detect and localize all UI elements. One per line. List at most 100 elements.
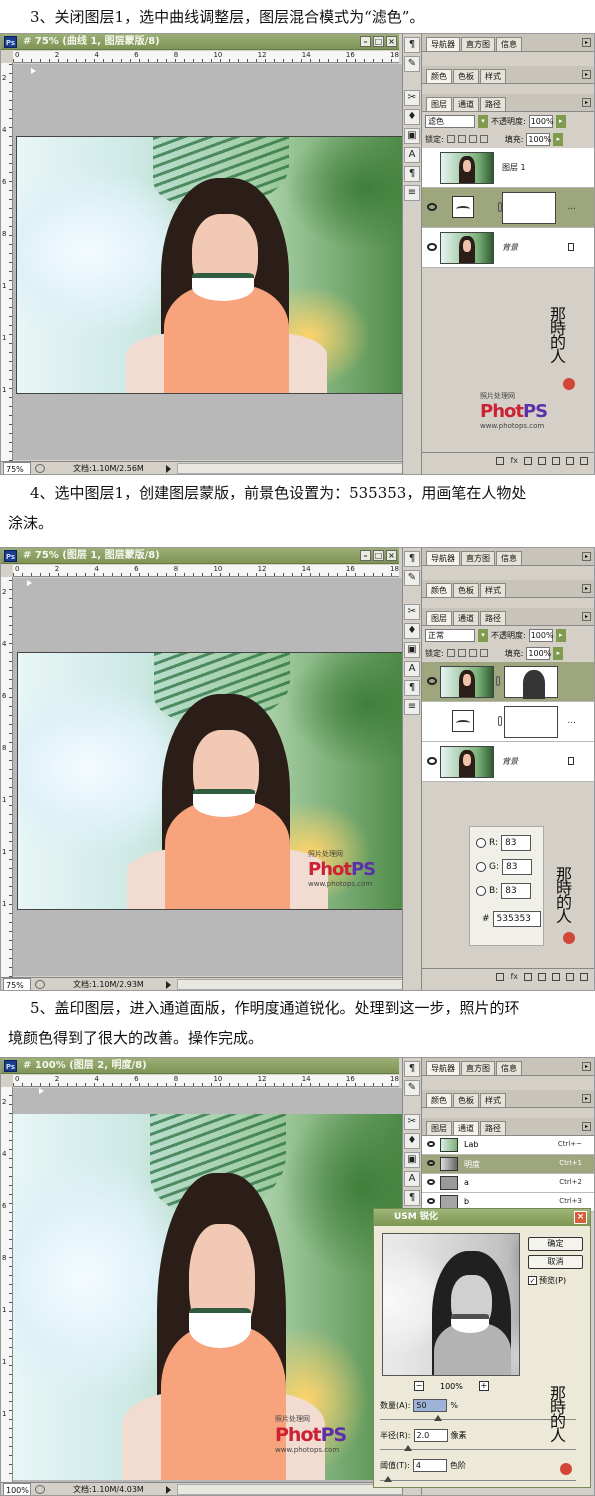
- dialog-preview[interactable]: [382, 1233, 520, 1376]
- channel-row-a[interactable]: a Ctrl+2: [422, 1174, 594, 1193]
- eye-icon[interactable]: [427, 203, 437, 211]
- eye-icon[interactable]: [427, 677, 437, 685]
- layer-row[interactable]: ...: [422, 702, 594, 742]
- threshold-slider-thumb[interactable]: [384, 1476, 392, 1482]
- hex-field[interactable]: 535353: [492, 911, 541, 927]
- tab-info[interactable]: 信息: [496, 551, 522, 565]
- crop-tool-icon[interactable]: ✂: [404, 604, 420, 620]
- layer-mask-thumbnail[interactable]: [504, 666, 558, 699]
- fill-input[interactable]: 100%: [526, 132, 551, 146]
- panel-menu-icon[interactable]: ▸: [582, 70, 591, 79]
- g-radio[interactable]: [476, 862, 486, 872]
- brush-tool-icon[interactable]: ♦: [404, 623, 420, 639]
- link-layers-icon[interactable]: [496, 972, 505, 981]
- link-icon[interactable]: [496, 676, 500, 686]
- tab-channels[interactable]: 通道: [453, 611, 479, 625]
- type-tool-icon[interactable]: A: [404, 147, 420, 163]
- fill-arrow-icon[interactable]: ▸: [553, 132, 564, 146]
- maximize-icon[interactable]: □: [373, 550, 384, 561]
- tab-info[interactable]: 信息: [496, 1061, 522, 1075]
- channel-row-lightness[interactable]: 明度 Ctrl+1: [422, 1155, 594, 1174]
- layer-mask-thumbnail[interactable]: [504, 706, 558, 738]
- opacity-input[interactable]: 100%: [528, 628, 554, 642]
- canvas-area[interactable]: [13, 64, 402, 460]
- type-tool-icon[interactable]: A: [404, 1171, 420, 1187]
- tab-color[interactable]: 颜色: [426, 583, 452, 597]
- tab-info[interactable]: 信息: [496, 37, 522, 51]
- eye-icon[interactable]: [427, 1179, 435, 1185]
- adjustment-layer-icon[interactable]: [538, 972, 546, 981]
- eye-icon[interactable]: [427, 1198, 435, 1204]
- notes-tool-icon[interactable]: ¶: [404, 1061, 420, 1077]
- ok-button[interactable]: 确定: [528, 1237, 583, 1251]
- tab-histogram[interactable]: 直方图: [461, 551, 495, 565]
- panel-menu-icon[interactable]: ▸: [582, 1122, 591, 1131]
- photo-canvas[interactable]: 照片处理网 PhotPS www.photops.com: [13, 1114, 402, 1480]
- crop-tool-icon[interactable]: ✂: [404, 1114, 420, 1130]
- tab-swatches[interactable]: 色板: [453, 583, 479, 597]
- lock-move-icon[interactable]: [468, 135, 477, 143]
- tab-navigator[interactable]: 导航器: [426, 1061, 460, 1075]
- layer-row[interactable]: 背景: [422, 742, 594, 782]
- panel-menu-icon[interactable]: ▸: [582, 612, 591, 621]
- radius-slider[interactable]: [380, 1445, 576, 1451]
- tab-styles[interactable]: 样式: [480, 69, 506, 83]
- canvas-area[interactable]: 照片处理网 PhotPS www.photops.com: [13, 1088, 402, 1482]
- tab-color[interactable]: 颜色: [426, 1093, 452, 1107]
- blend-mode-select[interactable]: 正常: [425, 628, 475, 642]
- panel-menu-icon[interactable]: ▸: [582, 98, 591, 107]
- layer-mask-thumbnail[interactable]: [502, 192, 556, 224]
- eye-icon[interactable]: [427, 757, 437, 765]
- link-icon[interactable]: [498, 716, 502, 726]
- r-field[interactable]: 83: [501, 835, 532, 851]
- trash-icon[interactable]: [580, 456, 588, 465]
- tab-swatches[interactable]: 色板: [453, 69, 479, 83]
- zoom-level[interactable]: 75%: [3, 978, 31, 990]
- status-icon[interactable]: [35, 980, 45, 989]
- close-icon[interactable]: ×: [574, 1211, 587, 1224]
- zoom-level[interactable]: 75%: [3, 462, 31, 474]
- panel-menu-icon[interactable]: ▸: [582, 552, 591, 561]
- amount-slider[interactable]: [380, 1415, 576, 1421]
- tab-paths[interactable]: 路径: [480, 611, 506, 625]
- document-title-bar[interactable]: Ps # 100% (图层 2, 明度/8): [1, 1058, 399, 1074]
- lock-move-icon[interactable]: [468, 649, 477, 657]
- cancel-button[interactable]: 取消: [528, 1255, 583, 1269]
- canvas-area[interactable]: 照片处理网 PhotPS www.photops.com: [13, 578, 402, 976]
- fill-input[interactable]: 100%: [526, 646, 551, 660]
- tab-navigator[interactable]: 导航器: [426, 37, 460, 51]
- brush-tool-icon[interactable]: ♦: [404, 1133, 420, 1149]
- minimize-icon[interactable]: –: [360, 550, 371, 561]
- adjustment-layer-icon[interactable]: [538, 456, 546, 465]
- layer-row[interactable]: ...: [422, 188, 594, 228]
- tab-paths[interactable]: 路径: [480, 97, 506, 111]
- zoom-level[interactable]: 100%: [3, 1483, 31, 1495]
- link-layers-icon[interactable]: [496, 456, 505, 465]
- status-menu-arrow-icon[interactable]: [166, 1486, 171, 1494]
- tab-styles[interactable]: 样式: [480, 583, 506, 597]
- blend-mode-select[interactable]: 滤色: [425, 114, 475, 128]
- amount-input[interactable]: 50: [413, 1399, 448, 1412]
- status-menu-arrow-icon[interactable]: [166, 465, 171, 473]
- opacity-arrow-icon[interactable]: ▸: [555, 114, 566, 128]
- tab-layers[interactable]: 图层: [426, 1121, 452, 1135]
- layer-name[interactable]: 图层 1: [502, 162, 526, 173]
- chevron-down-icon[interactable]: ▾: [478, 114, 488, 128]
- paragraph-tool-icon[interactable]: ¶: [404, 1190, 420, 1206]
- lock-brush-icon[interactable]: [457, 649, 466, 657]
- stamp-tool-icon[interactable]: ▣: [404, 642, 420, 658]
- tab-channels[interactable]: 通道: [453, 1121, 479, 1135]
- layer-style-icon[interactable]: fx: [510, 456, 518, 465]
- eyedropper-tool-icon[interactable]: ✎: [404, 570, 420, 586]
- add-mask-icon[interactable]: [524, 972, 532, 981]
- add-mask-icon[interactable]: [524, 456, 532, 465]
- stamp-tool-icon[interactable]: ▣: [404, 1152, 420, 1168]
- dialog-title-bar[interactable]: USM 锐化 ×: [374, 1209, 590, 1226]
- lock-transparent-icon[interactable]: [446, 135, 455, 143]
- status-icon[interactable]: [35, 464, 45, 473]
- photo-canvas[interactable]: 照片处理网 PhotPS www.photops.com: [17, 652, 402, 910]
- b-field[interactable]: 83: [501, 883, 532, 899]
- tab-histogram[interactable]: 直方图: [461, 1061, 495, 1075]
- status-icon[interactable]: [35, 1485, 45, 1494]
- new-layer-icon[interactable]: [566, 972, 574, 981]
